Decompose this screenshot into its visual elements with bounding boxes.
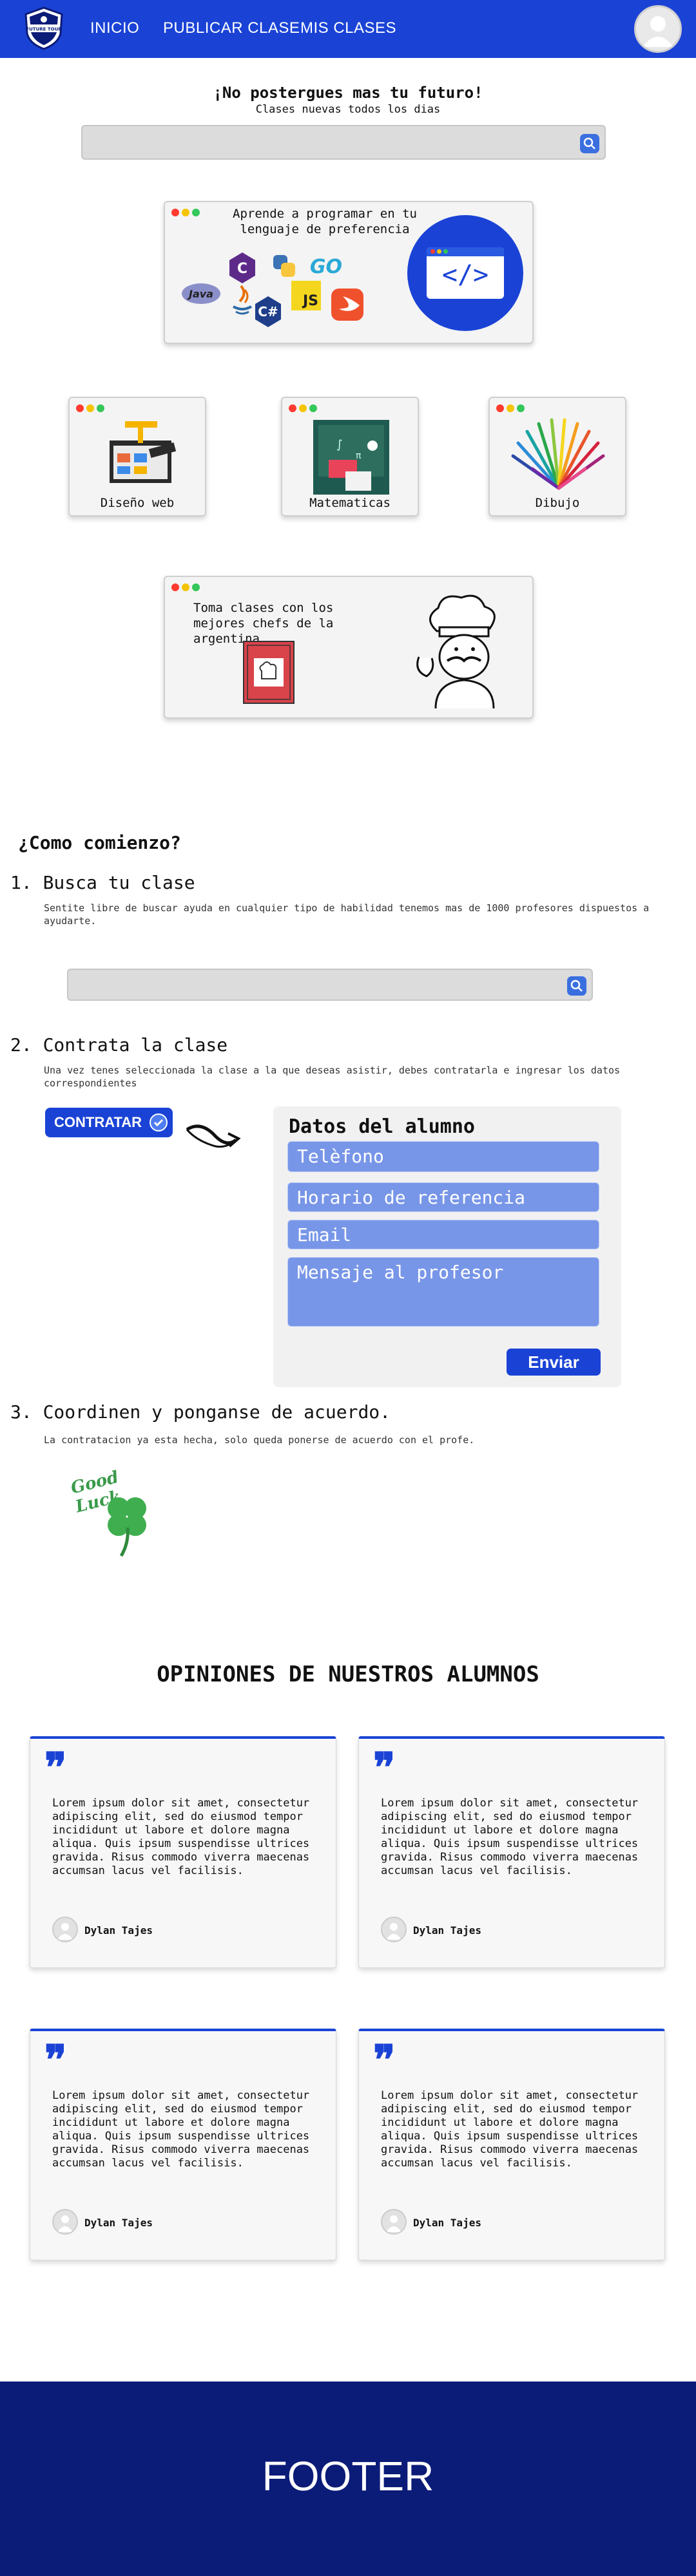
programming-logos-icon: C GO Java JS C# bbox=[182, 252, 363, 327]
quote-icon: ❞ bbox=[44, 2036, 67, 2085]
search-icon[interactable] bbox=[567, 976, 586, 996]
footer: FOOTER bbox=[0, 2382, 696, 2576]
opinion-text: Lorem ipsum dolor sit amet, consectetur … bbox=[381, 2089, 639, 2170]
opinion-card: ❞ Lorem ipsum dolor sit amet, consectetu… bbox=[30, 2029, 336, 2260]
reviewer-name: Dylan Tajes bbox=[413, 2217, 481, 2229]
reviewer-name: Dylan Tajes bbox=[413, 1924, 481, 1937]
top-navbar: FUTURE TOUR INICIO PUBLICAR CLASE MIS CL… bbox=[0, 0, 696, 58]
chef-promo-card[interactable]: Toma clases con los mejores chefs de la … bbox=[164, 576, 534, 719]
svg-text:JS: JS bbox=[302, 293, 318, 309]
programming-promo-card[interactable]: Aprende a programar en tu lenguaje de pr… bbox=[164, 201, 534, 344]
svg-text:π: π bbox=[356, 451, 362, 461]
colored-pencils-icon bbox=[511, 418, 605, 490]
reviewer-avatar-icon bbox=[381, 1917, 407, 1942]
step-1-title: 1. Busca tu clase bbox=[10, 872, 195, 893]
category-card-dibujo[interactable]: Dibujo bbox=[488, 397, 626, 516]
code-window-illustration: </> bbox=[407, 215, 523, 331]
phone-field[interactable]: Telèfono bbox=[287, 1141, 599, 1172]
message-field[interactable]: Mensaje al profesor bbox=[287, 1257, 599, 1327]
category-label: Diseño web bbox=[100, 496, 175, 510]
reviewer-avatar-icon bbox=[381, 2209, 407, 2235]
reviewer-name: Dylan Tajes bbox=[84, 2217, 153, 2229]
opinion-card: ❞ Lorem ipsum dolor sit amet, consectetu… bbox=[358, 1736, 665, 1968]
category-label: Dibujo bbox=[535, 496, 580, 510]
reviewer-avatar-icon bbox=[52, 2209, 78, 2235]
student-data-form: Datos del alumno Telèfono Horario de ref… bbox=[273, 1106, 621, 1387]
nav-link-mis-clases[interactable]: MIS CLASES bbox=[300, 19, 396, 37]
enviar-button[interactable]: Enviar bbox=[507, 1349, 601, 1376]
reviewer-avatar-icon bbox=[52, 1917, 78, 1942]
opinions-title: OPINIONES DE NUESTROS ALUMNOS bbox=[157, 1662, 539, 1687]
svg-text:∫: ∫ bbox=[336, 438, 342, 451]
search-icon[interactable] bbox=[580, 134, 599, 153]
contratar-label: CONTRATAR bbox=[54, 1114, 142, 1130]
opinion-card: ❞ Lorem ipsum dolor sit amet, consectetu… bbox=[30, 1736, 336, 1968]
hero-subtitle: Clases nuevas todos los dias bbox=[255, 103, 441, 116]
chef-illustration bbox=[416, 594, 496, 709]
main-search-input[interactable] bbox=[81, 125, 606, 160]
code-symbol: </> bbox=[441, 260, 489, 290]
category-label: Matematicas bbox=[309, 496, 391, 510]
window-dots bbox=[171, 583, 200, 591]
category-card-matematicas[interactable]: ∫ π Matematicas bbox=[281, 397, 419, 516]
form-title: Datos del alumno bbox=[289, 1115, 475, 1138]
clover-icon bbox=[108, 1497, 146, 1557]
math-chalkboard-icon: ∫ π bbox=[313, 420, 389, 495]
window-dots bbox=[496, 404, 525, 412]
opinion-text: Lorem ipsum dolor sit amet, consectetur … bbox=[381, 1797, 639, 1877]
user-avatar-icon[interactable] bbox=[634, 5, 682, 53]
svg-text:C: C bbox=[237, 261, 247, 277]
email-field[interactable]: Email bbox=[287, 1220, 599, 1249]
window-dots bbox=[171, 209, 200, 216]
hero-title: ¡No postergues mas tu futuro! bbox=[213, 84, 483, 102]
opinion-text: Lorem ipsum dolor sit amet, consectetur … bbox=[52, 1797, 310, 1877]
nav-link-inicio[interactable]: INICIO bbox=[90, 19, 139, 37]
footer-text: FOOTER bbox=[262, 2453, 434, 2499]
opinion-card: ❞ Lorem ipsum dolor sit amet, consectetu… bbox=[358, 2029, 665, 2260]
reviewer-name: Dylan Tajes bbox=[84, 1924, 153, 1937]
check-icon bbox=[150, 1113, 168, 1132]
category-card-diseno-web[interactable]: Diseño web bbox=[68, 397, 206, 516]
cookbook-icon bbox=[243, 641, 295, 704]
step-2-text: Una vez tenes seleccionada la clase a la… bbox=[44, 1065, 621, 1089]
quote-icon: ❞ bbox=[44, 1744, 67, 1792]
svg-text:Java: Java bbox=[187, 288, 213, 300]
quote-icon: ❞ bbox=[373, 1744, 396, 1792]
svg-text:FUTURE TOUR: FUTURE TOUR bbox=[26, 27, 62, 32]
how-to-start-heading: ¿Como comienzo? bbox=[18, 832, 181, 853]
curved-arrow-icon bbox=[186, 1124, 241, 1148]
web-design-icon bbox=[110, 421, 177, 483]
promo-card-text: Aprende a programar en tu lenguaje de pr… bbox=[233, 207, 417, 236]
step-1-text: Sentite libre de buscar ayuda en cualqui… bbox=[44, 902, 650, 927]
window-dots bbox=[76, 404, 104, 412]
contratar-button[interactable]: CONTRATAR bbox=[45, 1108, 173, 1137]
future-tour-logo[interactable]: FUTURE TOUR bbox=[21, 5, 67, 52]
nav-link-publicar-clase[interactable]: PUBLICAR CLASE bbox=[163, 19, 300, 37]
step-search-input[interactable] bbox=[67, 969, 593, 1001]
svg-text:C#: C# bbox=[258, 304, 278, 319]
step-3-title: 3. Coordinen y ponganse de acuerdo. bbox=[10, 1401, 391, 1423]
reference-schedule-field[interactable]: Horario de referencia bbox=[287, 1182, 599, 1212]
window-dots bbox=[289, 404, 317, 412]
good-luck-clover-illustration: Good Luck bbox=[69, 1461, 169, 1564]
step-3-text: La contratacion ya esta hecha, solo qued… bbox=[44, 1434, 475, 1446]
quote-icon: ❞ bbox=[373, 2036, 396, 2085]
svg-text:GO: GO bbox=[310, 256, 342, 278]
opinion-text: Lorem ipsum dolor sit amet, consectetur … bbox=[52, 2089, 310, 2170]
step-2-title: 2. Contrata la clase bbox=[10, 1034, 228, 1056]
